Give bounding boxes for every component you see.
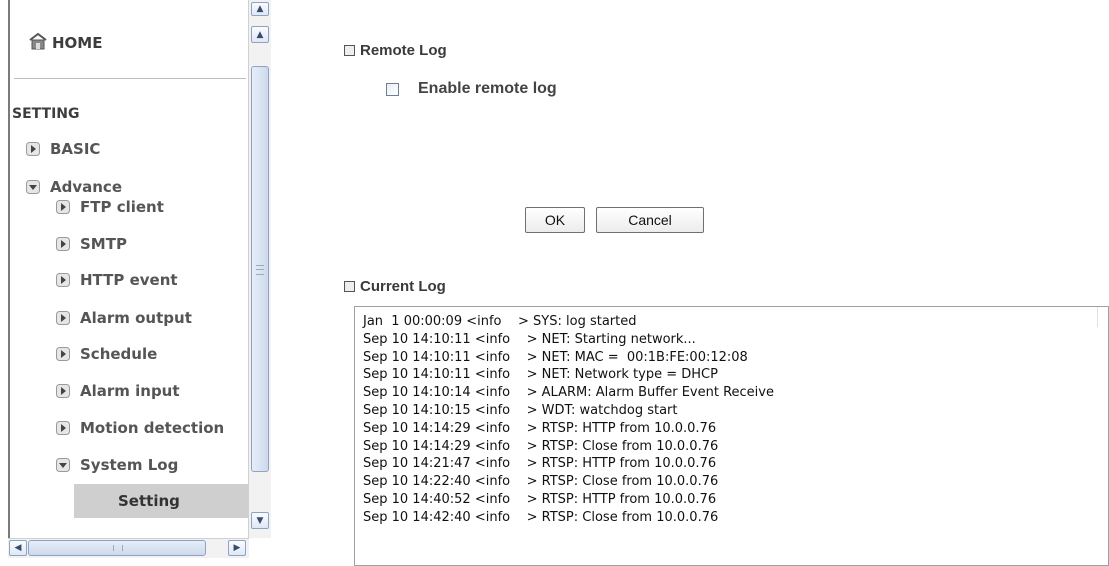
setting-header: SETTING (12, 106, 80, 122)
nav-item-label: HTTP event (80, 271, 178, 289)
triangle-right-icon (56, 311, 70, 325)
nav-item-label: BASIC (50, 140, 101, 158)
home-link[interactable]: HOME (28, 32, 102, 54)
chevron-up-icon: ▲ (256, 29, 264, 40)
nav-subitem-system-log-setting[interactable]: Setting (74, 484, 250, 518)
triangle-down-icon (26, 180, 40, 194)
enable-remote-log-label[interactable]: Enable remote log (418, 80, 557, 98)
nav-item-label: FTP client (80, 198, 164, 216)
ok-button-label: OK (544, 212, 566, 228)
log-line: Sep 10 14:42:40 <info > RTSP: Close from… (363, 509, 719, 525)
nav-item-label: Motion detection (80, 419, 225, 437)
log-lines: Jan 1 00:00:09 <info > SYS: log started S… (363, 313, 774, 527)
nav-item-alarm-output[interactable]: Alarm output (56, 309, 192, 327)
triangle-right-icon (56, 421, 70, 435)
log-line: Sep 10 14:14:29 <info > RTSP: HTTP from … (363, 420, 717, 436)
section-bullet-icon (344, 281, 355, 292)
triangle-right-icon (56, 273, 70, 287)
nav-item-label: System Log (80, 456, 179, 474)
nav-item-advance[interactable]: Advance (26, 178, 122, 196)
scroll-thumb-horizontal[interactable] (28, 540, 206, 556)
log-line: Sep 10 14:10:15 <info > WDT: watchdog st… (363, 402, 678, 418)
nav-item-smtp[interactable]: SMTP (56, 235, 127, 253)
log-line: Sep 10 14:14:29 <info > RTSP: Close from… (363, 438, 719, 454)
current-log-section-title: Current Log (344, 278, 446, 295)
home-label: HOME (52, 34, 103, 52)
chevron-down-icon: ▼ (256, 515, 264, 526)
home-icon (28, 32, 48, 54)
divider (14, 78, 246, 79)
nav-item-label: Alarm input (80, 382, 180, 400)
log-line: Sep 10 14:21:47 <info > RTSP: HTTP from … (363, 456, 717, 472)
scroll-thumb[interactable] (251, 66, 269, 472)
log-line: Sep 10 14:22:40 <info > RTSP: Close from… (363, 474, 719, 490)
nav-item-label: Advance (50, 178, 122, 196)
section-title-text: Remote Log (360, 42, 447, 59)
log-line: Sep 10 14:10:11 <info > NET: Starting ne… (363, 331, 696, 347)
ok-button[interactable]: OK (525, 207, 585, 233)
triangle-right-icon (56, 347, 70, 361)
log-line: Sep 10 14:40:52 <info > RTSP: HTTP from … (363, 491, 717, 507)
log-line: Sep 10 14:10:14 <info > ALARM: Alarm Buf… (363, 385, 774, 401)
scroll-left-button[interactable]: ◀ (9, 540, 27, 556)
triangle-down-icon (56, 458, 70, 472)
chevron-left-icon: ◀ (14, 543, 22, 553)
scroll-down-button[interactable]: ▼ (251, 512, 269, 529)
nav-horizontal-scrollbar[interactable]: ◀ ▶ (8, 538, 249, 558)
nav-item-system-log[interactable]: System Log (56, 456, 178, 474)
section-title-text: Current Log (360, 278, 446, 295)
scroll-up-outer-button[interactable]: ▲ (251, 2, 269, 16)
nav-item-basic[interactable]: BASIC (26, 140, 100, 158)
cancel-button[interactable]: Cancel (596, 207, 704, 233)
enable-remote-log-checkbox[interactable] (386, 83, 399, 96)
chevron-up-icon: ▲ (256, 4, 264, 14)
nav-subitem-label: Setting (118, 492, 180, 510)
current-log-textarea[interactable]: Jan 1 00:00:09 <info > SYS: log started S… (354, 306, 1109, 566)
nav-item-label: Schedule (80, 345, 158, 363)
nav-item-ftp-client[interactable]: FTP client (56, 198, 164, 216)
triangle-right-icon (56, 200, 70, 214)
log-line: Sep 10 14:10:11 <info > NET: Network typ… (363, 367, 718, 383)
chevron-right-icon: ▶ (233, 543, 241, 553)
left-nav-panel: HOME SETTING BASIC Advance FTP client SM… (8, 0, 250, 538)
triangle-right-icon (56, 384, 70, 398)
nav-vertical-scrollbar[interactable]: ▲ ▲ ▼ (248, 0, 271, 538)
nav-item-label: SMTP (80, 235, 127, 253)
log-scrollbar[interactable] (1097, 307, 1106, 327)
log-line: Jan 1 00:00:09 <info > SYS: log started (363, 314, 637, 329)
nav-item-motion-detection[interactable]: Motion detection (56, 419, 224, 437)
section-bullet-icon (344, 45, 355, 56)
nav-item-label: Alarm output (80, 309, 192, 327)
log-line: Sep 10 14:10:11 <info > NET: MAC = 00:1B… (363, 349, 748, 365)
nav-item-schedule[interactable]: Schedule (56, 345, 157, 363)
scroll-up-button[interactable]: ▲ (251, 26, 269, 43)
left-nav-frame: HOME SETTING BASIC Advance FTP client SM… (0, 0, 274, 558)
scroll-right-button[interactable]: ▶ (228, 540, 246, 556)
nav-item-alarm-input[interactable]: Alarm input (56, 382, 180, 400)
grip-icon (256, 265, 264, 275)
cancel-button-label: Cancel (628, 212, 672, 228)
remote-log-section-title: Remote Log (344, 42, 447, 59)
triangle-right-icon (26, 142, 40, 156)
triangle-right-icon (56, 237, 70, 251)
nav-item-http-event[interactable]: HTTP event (56, 271, 178, 289)
